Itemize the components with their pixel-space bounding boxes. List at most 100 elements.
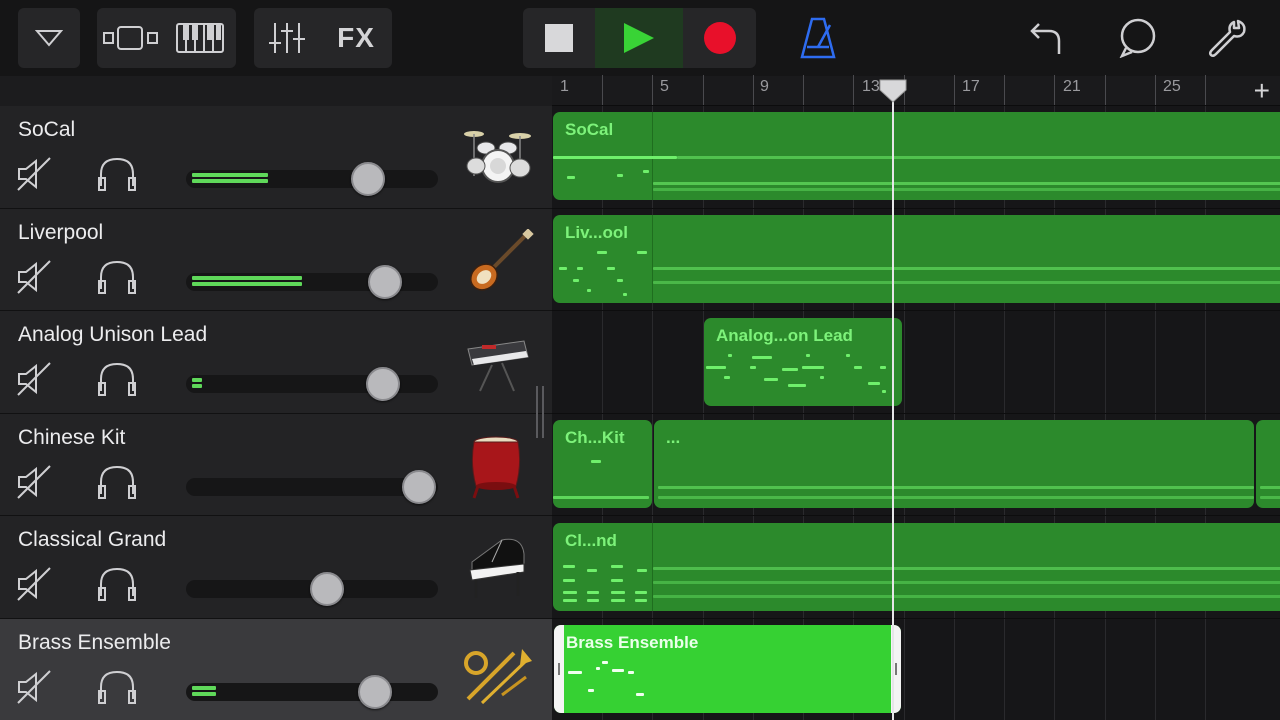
level-meter bbox=[192, 173, 268, 185]
settings-button[interactable] bbox=[1200, 8, 1256, 68]
headphones-icon[interactable] bbox=[98, 361, 136, 397]
track-name: Classical Grand bbox=[18, 528, 167, 551]
ruler-tick bbox=[1155, 75, 1156, 105]
keyboard-icon bbox=[176, 23, 224, 53]
ruler-tick bbox=[652, 75, 653, 105]
headphones-icon[interactable] bbox=[98, 464, 136, 500]
ruler-bar-number: 1 bbox=[560, 78, 569, 95]
mute-icon[interactable] bbox=[16, 259, 52, 295]
volume-knob[interactable] bbox=[351, 162, 385, 196]
track-header-liverpool[interactable]: Liverpool bbox=[0, 208, 552, 311]
mute-icon[interactable] bbox=[16, 361, 52, 397]
volume-knob[interactable] bbox=[366, 367, 400, 401]
region-socal[interactable]: SoCal bbox=[553, 112, 1280, 200]
mute-icon[interactable] bbox=[16, 464, 52, 500]
track-header-classical-grand[interactable]: Classical Grand bbox=[0, 516, 552, 619]
volume-slider[interactable] bbox=[186, 264, 438, 299]
record-button[interactable] bbox=[683, 8, 756, 68]
track-header-socal[interactable]: SoCal bbox=[0, 106, 552, 209]
track-header-list: SoCal Liverpool Analog Unison Lead Chine… bbox=[0, 106, 552, 720]
ruler-bar-number: 17 bbox=[962, 78, 980, 95]
region-analog-unison-lead[interactable]: Analog...on Lead bbox=[704, 318, 902, 406]
track-menu-icon bbox=[35, 30, 63, 47]
volume-knob[interactable] bbox=[310, 572, 344, 606]
playhead[interactable] bbox=[892, 90, 894, 720]
stop-button[interactable] bbox=[523, 8, 595, 68]
undo-icon bbox=[1030, 23, 1061, 54]
ruler-bar-number: 9 bbox=[760, 78, 769, 95]
undo-button[interactable] bbox=[1018, 8, 1074, 68]
ruler-tick bbox=[1205, 75, 1206, 105]
region-title: Brass Ensemble bbox=[566, 633, 699, 652]
headphones-icon[interactable] bbox=[98, 669, 136, 705]
keyboard-button[interactable] bbox=[165, 8, 235, 68]
track-name: Liverpool bbox=[18, 220, 104, 244]
volume-knob[interactable] bbox=[368, 264, 402, 299]
region-left-handle[interactable] bbox=[554, 625, 564, 713]
loop-browser-button[interactable] bbox=[1110, 8, 1166, 68]
track-header-analog-unison-lead[interactable]: Analog Unison Lead bbox=[0, 311, 552, 414]
region-brass-ensemble[interactable]: Brass Ensemble bbox=[554, 625, 901, 713]
add-section-button[interactable]: + bbox=[1254, 77, 1270, 105]
fx-button[interactable]: FX bbox=[320, 8, 392, 68]
drum-kit-icon bbox=[464, 131, 531, 183]
ruler-tick bbox=[1004, 75, 1005, 105]
headphones-icon[interactable] bbox=[98, 566, 136, 602]
volume-slider[interactable] bbox=[186, 367, 438, 401]
mute-icon[interactable] bbox=[16, 566, 52, 602]
ruler-bar-number: 25 bbox=[1163, 78, 1181, 95]
ruler-tick bbox=[853, 75, 854, 105]
tracks-timeline[interactable]: SoCal Liv...ool Analog...on Lead Ch...Ki… bbox=[552, 106, 1280, 720]
mute-icon[interactable] bbox=[16, 669, 52, 705]
volume-knob[interactable] bbox=[402, 469, 436, 504]
volume-slider[interactable] bbox=[186, 469, 438, 504]
ruler-tick bbox=[803, 75, 804, 105]
playhead-handle-icon[interactable] bbox=[878, 78, 908, 104]
ruler-bar-number: 5 bbox=[660, 78, 669, 95]
metronome-icon bbox=[800, 17, 836, 59]
headphones-icon[interactable] bbox=[98, 259, 136, 295]
stop-icon bbox=[545, 24, 573, 52]
level-meter bbox=[192, 685, 216, 698]
track-menu-button[interactable] bbox=[18, 8, 80, 68]
volume-slider[interactable] bbox=[186, 572, 438, 606]
region-chinese-kit[interactable]: Ch...Kit bbox=[553, 420, 652, 508]
track-name: Brass Ensemble bbox=[18, 630, 171, 654]
ruler-tick bbox=[1105, 75, 1106, 105]
garageband-app: FX 1 5 9 13 17 21 25 + SoCal Liverpool A… bbox=[0, 0, 1280, 720]
brass-icon bbox=[464, 648, 532, 704]
region-liverpool[interactable]: Liv...ool bbox=[553, 215, 1280, 303]
volume-slider[interactable] bbox=[186, 674, 438, 709]
track-header-chinese-kit[interactable]: Chinese Kit bbox=[0, 413, 552, 516]
ruler-tick bbox=[753, 75, 754, 105]
region-classical-grand[interactable]: Cl...nd bbox=[553, 523, 1280, 611]
synth-keyboard-icon bbox=[467, 340, 529, 392]
mix-group: FX bbox=[254, 8, 392, 68]
level-meter bbox=[192, 275, 302, 288]
track-menu-group bbox=[18, 8, 80, 68]
resize-handle[interactable] bbox=[534, 386, 546, 438]
region-title: Analog...on Lead bbox=[716, 326, 853, 345]
headphones-icon[interactable] bbox=[98, 156, 136, 192]
track-view-button[interactable] bbox=[97, 8, 165, 68]
region-title: SoCal bbox=[565, 120, 614, 139]
track-name: Analog Unison Lead bbox=[18, 323, 208, 346]
mute-icon[interactable] bbox=[16, 156, 52, 192]
metronome-button[interactable] bbox=[790, 8, 846, 68]
ruler-tick bbox=[703, 75, 704, 105]
mixer-button[interactable] bbox=[254, 8, 320, 68]
volume-slider[interactable] bbox=[186, 162, 438, 196]
region-chinese-kit-loop-end[interactable] bbox=[1256, 420, 1280, 508]
grand-piano-icon bbox=[469, 538, 525, 598]
track-lane[interactable] bbox=[552, 311, 1280, 414]
play-button[interactable] bbox=[595, 8, 683, 68]
view-group bbox=[97, 8, 236, 68]
toolbar: FX bbox=[0, 0, 1280, 76]
ruler-tick bbox=[602, 75, 603, 105]
region-chinese-kit-loop[interactable]: ... bbox=[654, 420, 1254, 508]
track-header-brass-ensemble[interactable]: Brass Ensemble bbox=[0, 618, 552, 720]
track-name: Chinese Kit bbox=[18, 425, 126, 449]
volume-knob[interactable] bbox=[358, 674, 392, 709]
play-icon bbox=[624, 23, 654, 53]
timeline-ruler[interactable]: 1 5 9 13 17 21 25 + bbox=[552, 75, 1280, 106]
